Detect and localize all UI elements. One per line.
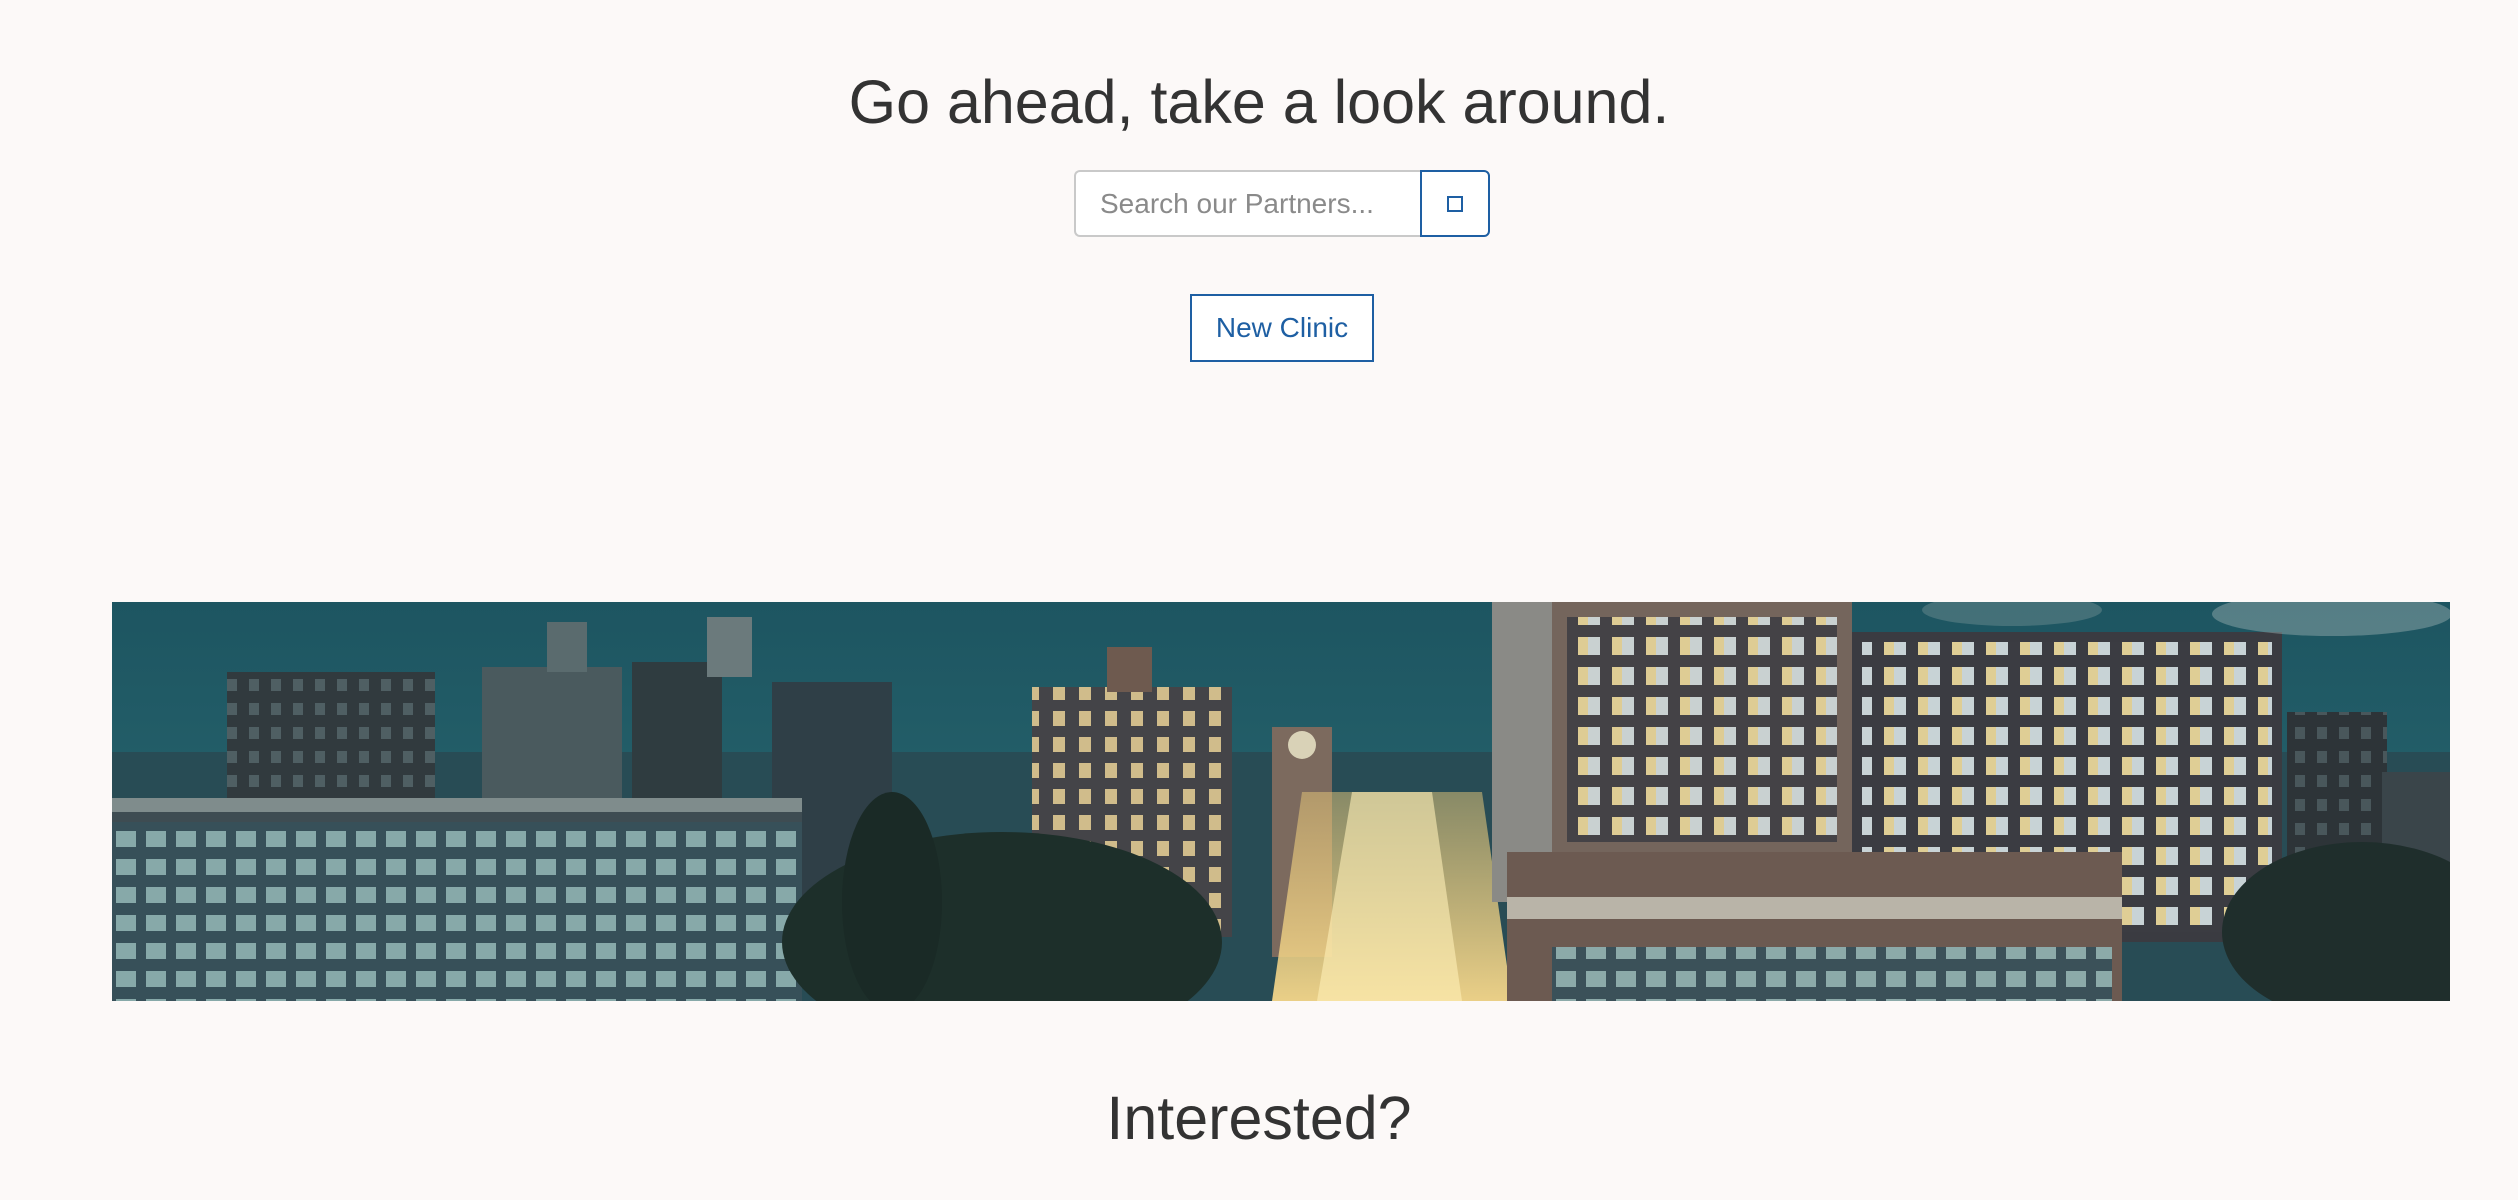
page-heading: Go ahead, take a look around. bbox=[848, 68, 1670, 136]
city-skyline-illustration bbox=[112, 602, 2450, 1001]
search-icon bbox=[1447, 195, 1463, 212]
city-banner-image bbox=[112, 602, 2450, 1001]
search-button[interactable] bbox=[1420, 170, 1490, 237]
interested-heading: Interested? bbox=[1106, 1084, 1412, 1152]
page: Go ahead, take a look around. New Clinic bbox=[0, 0, 2518, 1200]
new-clinic-button[interactable]: New Clinic bbox=[1190, 294, 1374, 362]
search-input[interactable] bbox=[1074, 170, 1420, 237]
search-bar bbox=[1074, 170, 1490, 237]
